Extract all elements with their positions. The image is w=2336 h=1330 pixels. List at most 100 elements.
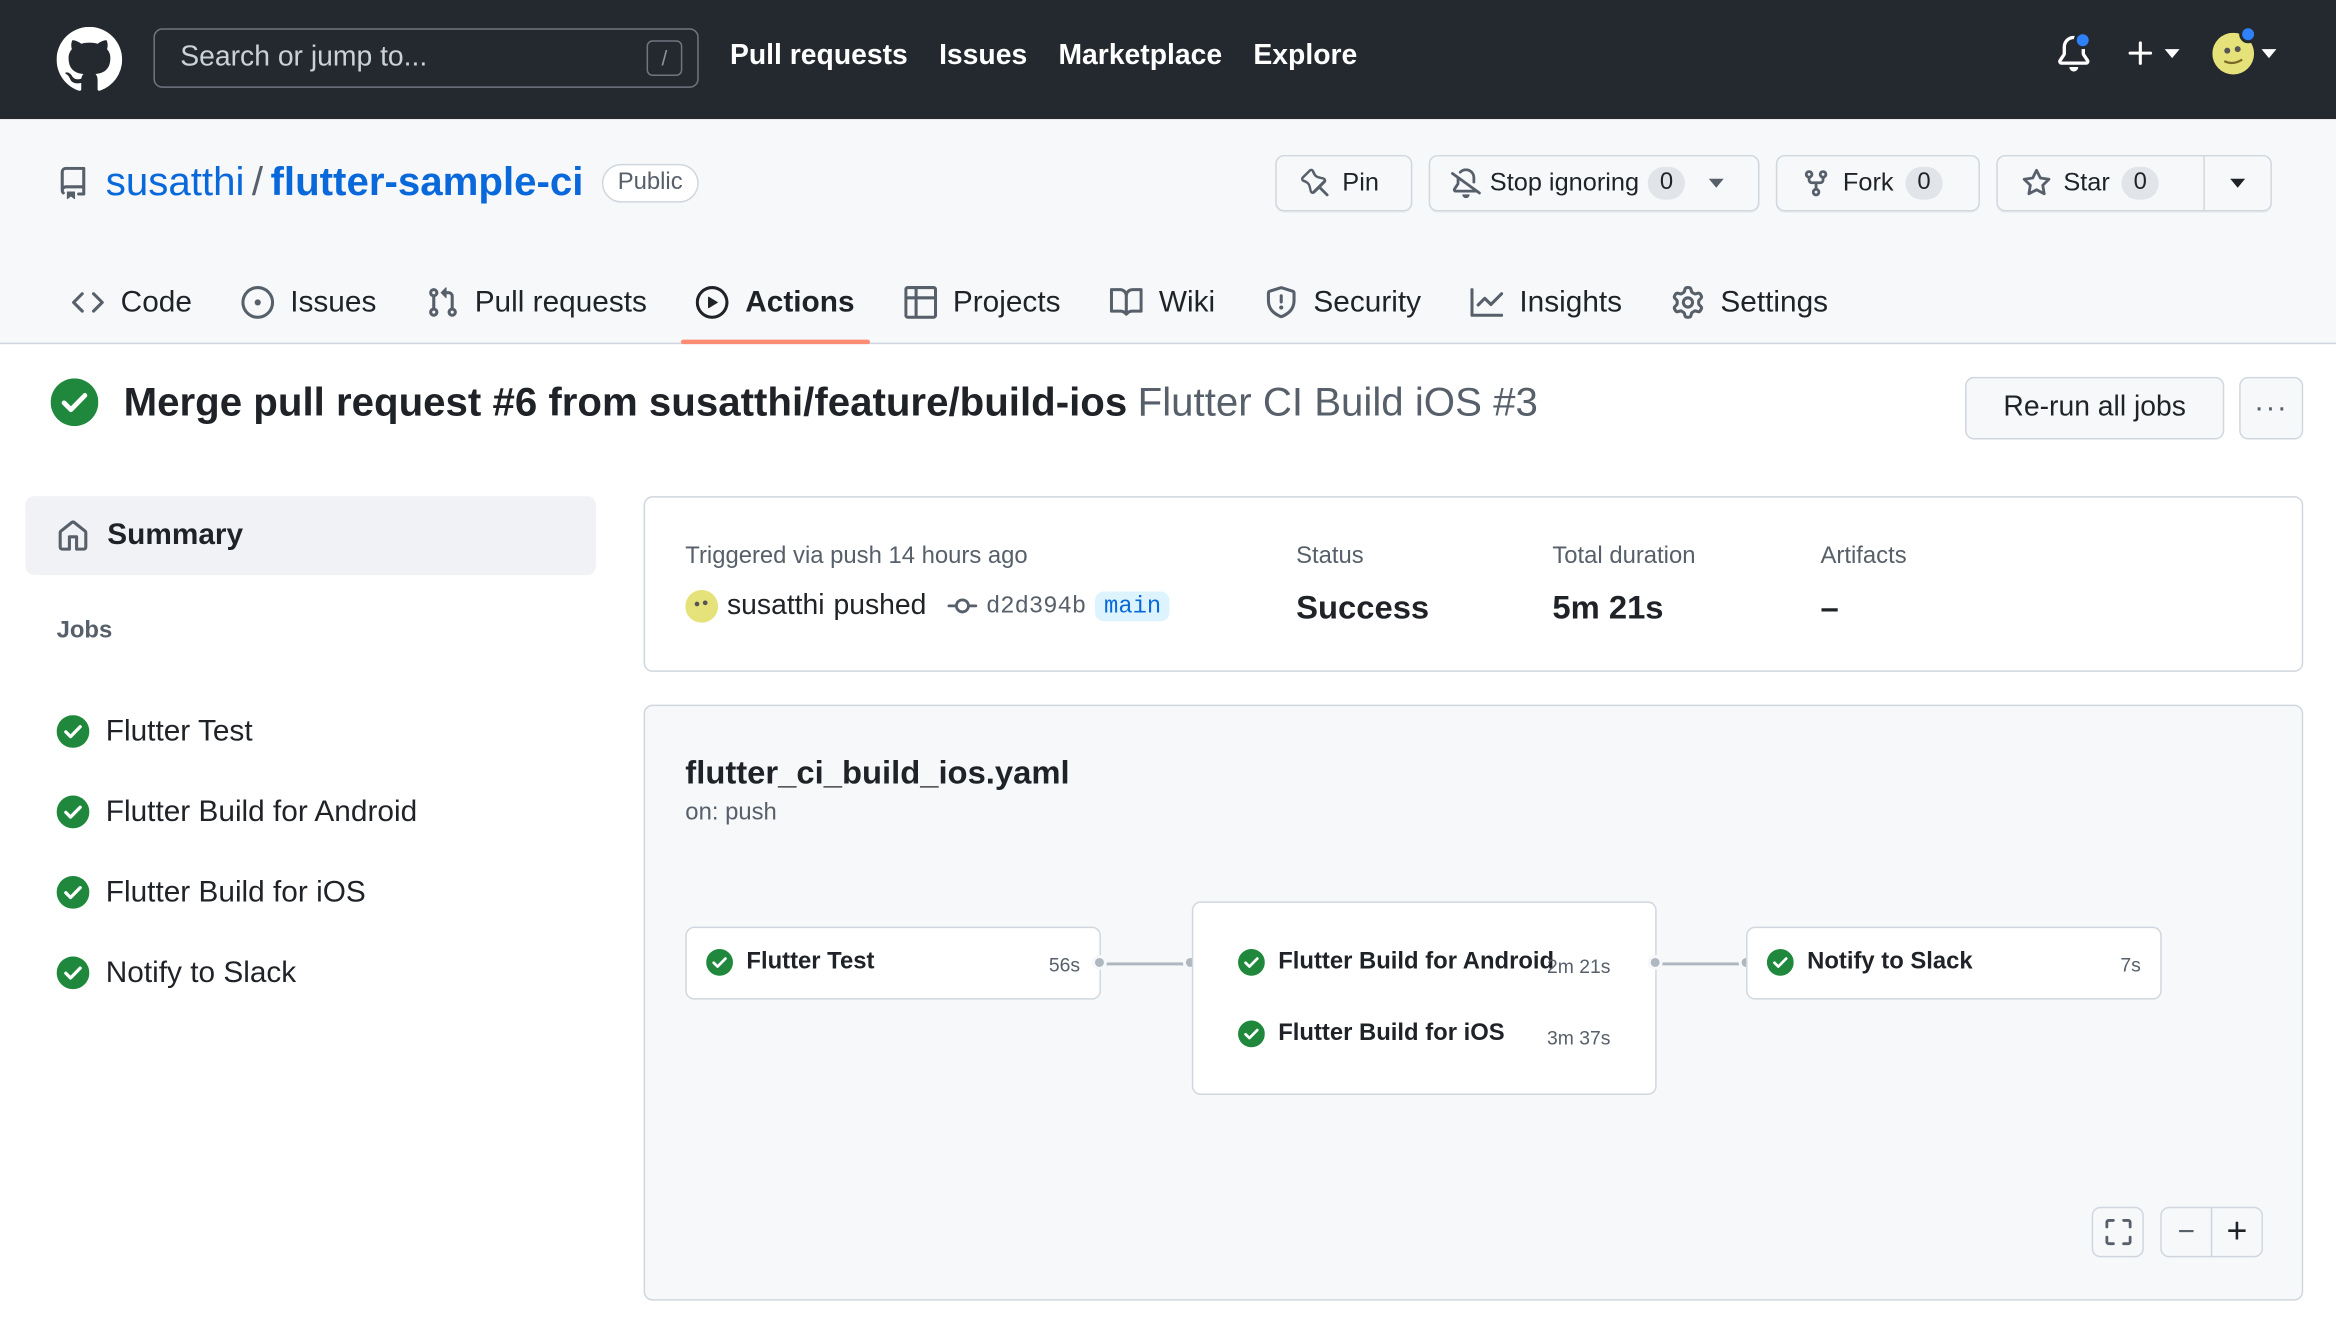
check-circle-icon (56, 956, 90, 990)
pull-request-icon (428, 287, 457, 317)
graph-job-node[interactable]: Notify to Slack 7s (1746, 926, 2162, 1000)
tab-label: Projects (952, 285, 1061, 319)
github-logo-icon[interactable] (56, 26, 123, 93)
star-label: Star (2063, 168, 2110, 197)
graph-icon (1470, 288, 1503, 317)
sidebar-job-item[interactable]: Notify to Slack (56, 933, 418, 1013)
play-icon (696, 286, 729, 319)
graph-job-name: Notify to Slack (1807, 949, 1973, 975)
duration-label: Total duration (1552, 543, 1696, 570)
nav-issues[interactable]: Issues (939, 40, 1027, 73)
tab-actions[interactable]: Actions (681, 274, 871, 345)
tab-pull-requests[interactable]: Pull requests (426, 274, 647, 331)
tab-label: Settings (1720, 285, 1829, 319)
check-circle-icon (1238, 949, 1265, 976)
fork-icon (1804, 170, 1828, 197)
pin-button[interactable]: Pin (1275, 154, 1413, 212)
fork-button[interactable]: Fork 0 (1775, 154, 1980, 212)
repo-header: susatthi / flutter-sample-ci Public Pin … (0, 119, 2336, 345)
artifacts-label: Artifacts (1820, 543, 1907, 570)
user-menu-button[interactable] (2212, 25, 2277, 75)
run-title: Merge pull request #6 from susatthi/feat… (123, 379, 1128, 424)
job-list: Flutter Test Flutter Build for Android F… (56, 691, 418, 1013)
tab-wiki[interactable]: Wiki (1109, 274, 1216, 331)
chevron-down-icon (2230, 178, 2246, 188)
workflow-file-name[interactable]: flutter_ci_build_ios.yaml (685, 754, 1069, 793)
sidebar-job-item[interactable]: Flutter Build for iOS (56, 852, 418, 932)
check-circle-icon (706, 949, 733, 976)
pin-icon (1301, 168, 1329, 197)
tab-projects[interactable]: Projects (903, 274, 1061, 331)
graph-job-node[interactable]: Flutter Build for iOS (1238, 1020, 1505, 1048)
graph-job-group: Flutter Build for Android 2m 21s Flutter… (1191, 901, 1657, 1096)
check-circle-icon (56, 876, 90, 909)
job-label: Flutter Build for iOS (105, 875, 366, 909)
star-lists-button[interactable] (2204, 154, 2272, 212)
tab-label: Issues (290, 285, 377, 319)
commit-sha-link[interactable]: d2d394b (986, 593, 1086, 620)
repo-name-link[interactable]: flutter-sample-ci (271, 159, 584, 205)
notification-dot (2073, 31, 2092, 50)
more-options-button[interactable]: ··· (2239, 376, 2304, 440)
table-icon (903, 286, 937, 319)
issue-icon (241, 286, 274, 319)
status-label: Status (1296, 543, 1364, 570)
repo-title: susatthi / flutter-sample-ci Public (57, 159, 700, 205)
repo-icon (60, 166, 86, 199)
actor-link[interactable]: susatthi (727, 590, 825, 623)
chevron-down-icon[interactable] (1708, 178, 1724, 188)
tab-code[interactable]: Code (72, 274, 192, 331)
gear-icon (1672, 286, 1703, 319)
tab-settings[interactable]: Settings (1671, 274, 1828, 331)
fullscreen-button[interactable] (2091, 1206, 2144, 1258)
duration-value[interactable]: 5m 21s (1552, 588, 1663, 627)
sidebar-job-item[interactable]: Flutter Test (56, 691, 418, 771)
code-icon (72, 292, 104, 313)
jobs-heading: Jobs (56, 618, 113, 644)
pin-label: Pin (1342, 168, 1379, 197)
branch-label[interactable]: main (1095, 591, 1171, 622)
job-label: Flutter Build for Android (105, 794, 418, 828)
repo-separator: / (251, 159, 264, 205)
search-input[interactable]: Search or jump to... / (153, 28, 699, 88)
fork-label: Fork (1842, 168, 1894, 197)
zoom-out-button[interactable]: − (2160, 1206, 2213, 1258)
workflow-graph-card: flutter_ci_build_ios.yaml on: push Flutt… (643, 704, 2304, 1301)
tab-issues[interactable]: Issues (241, 274, 376, 331)
tab-security[interactable]: Security (1264, 274, 1421, 331)
tab-label: Wiki (1158, 285, 1216, 319)
zoom-in-button[interactable]: + (2210, 1206, 2264, 1258)
graph-job-node[interactable]: Flutter Test 56s (685, 926, 1101, 1000)
triggered-label: Triggered via push 14 hours ago (685, 543, 1028, 570)
rerun-all-jobs-button[interactable]: Re-run all jobs (1965, 376, 2225, 440)
search-shortcut-key: / (646, 40, 683, 76)
create-new-button[interactable] (2124, 37, 2180, 70)
run-summary-card: Triggered via push 14 hours ago susatthi… (643, 496, 2304, 672)
nav-explore[interactable]: Explore (1253, 40, 1357, 73)
global-header: Search or jump to... / Pull requests Iss… (0, 0, 2336, 120)
fullscreen-icon (2104, 1219, 2131, 1246)
tab-label: Insights (1519, 285, 1623, 319)
nav-marketplace[interactable]: Marketplace (1058, 40, 1222, 73)
star-button[interactable]: Star 0 (1996, 154, 2205, 212)
graph-job-name: Flutter Build for Android (1278, 949, 1555, 975)
graph-job-name: Flutter Test (746, 949, 875, 975)
push-action: pushed (833, 589, 927, 622)
tab-label: Actions (745, 285, 855, 319)
job-label: Flutter Test (105, 714, 253, 748)
sidebar-item-summary[interactable]: Summary (25, 496, 596, 576)
nav-pull-requests[interactable]: Pull requests (730, 40, 908, 73)
tab-insights[interactable]: Insights (1470, 274, 1622, 331)
sidebar-job-item[interactable]: Flutter Build for Android (56, 772, 418, 852)
commit-icon (947, 598, 978, 614)
graph-job-node[interactable]: Flutter Build for Android (1238, 949, 1554, 976)
watch-button[interactable]: Stop ignoring 0 (1428, 154, 1760, 212)
graph-connector (1656, 962, 1748, 966)
repo-owner-link[interactable]: susatthi (106, 159, 245, 205)
check-circle-icon (1766, 949, 1794, 976)
visibility-badge: Public (601, 163, 700, 202)
graph-job-duration: 3m 37s (1546, 1026, 1611, 1049)
chevron-down-icon (2164, 49, 2180, 59)
notifications-button[interactable] (2056, 31, 2092, 72)
check-circle-icon (56, 795, 90, 829)
